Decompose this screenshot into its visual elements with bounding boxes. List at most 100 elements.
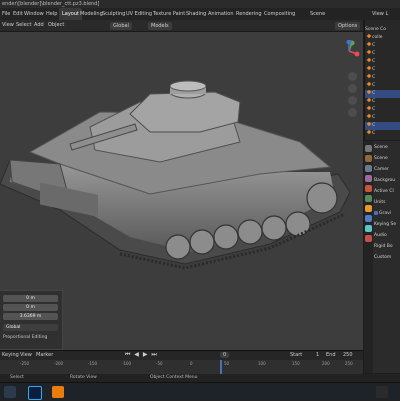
- object-icon: [366, 130, 372, 135]
- proportional-editing-toggle[interactable]: Proportional Editing: [3, 335, 47, 340]
- audio-section[interactable]: Audio: [374, 231, 400, 240]
- tab-texture-paint[interactable]: Texture Paint: [153, 8, 185, 20]
- outliner-label: C: [372, 67, 376, 72]
- outliner-label: Scene Co: [365, 27, 387, 32]
- rigid-body-section[interactable]: Rigid Bo: [374, 242, 400, 251]
- background-field[interactable]: Backgrou: [374, 176, 400, 185]
- scene-selector[interactable]: Scene: [310, 8, 325, 20]
- outliner-row[interactable]: colle: [365, 34, 400, 42]
- material-tab-icon[interactable]: [365, 235, 372, 242]
- physics-tab-icon[interactable]: [365, 225, 372, 232]
- outliner-row[interactable]: C: [365, 66, 400, 74]
- outliner-row[interactable]: C: [365, 58, 400, 66]
- custom-properties-section[interactable]: Custom: [374, 253, 400, 262]
- axis-gizmo-icon: [346, 39, 360, 57]
- tab-compositing[interactable]: Compositing: [264, 8, 295, 20]
- menu-edit[interactable]: Edit: [13, 8, 23, 20]
- outliner-row[interactable]: C: [365, 74, 400, 82]
- menu-file[interactable]: File: [2, 8, 10, 20]
- outliner-row[interactable]: C: [365, 82, 400, 90]
- scene-section-header[interactable]: Scene: [374, 154, 400, 163]
- tab-animation[interactable]: Animation: [208, 8, 234, 20]
- playhead[interactable]: [220, 360, 222, 374]
- scene-tab-icon[interactable]: [365, 185, 372, 192]
- render-tab-icon[interactable]: [365, 155, 372, 162]
- gravity-toggle[interactable]: Gravi: [374, 209, 400, 218]
- outliner-row[interactable]: C: [365, 114, 400, 122]
- orientation-dropdown[interactable]: Global: [3, 324, 58, 331]
- timeline-area[interactable]: -250 -200 -150 -100 -50 0 50 100 150 200…: [0, 360, 363, 374]
- object-icon: [366, 74, 372, 79]
- zoom-icon[interactable]: [348, 72, 357, 81]
- outliner-panel: Scene Co colle C C C C C C C C C C C C: [364, 20, 400, 140]
- outliner-row-selected[interactable]: C: [365, 90, 400, 98]
- camera-view-icon[interactable]: [348, 96, 357, 105]
- start-field[interactable]: 1: [316, 352, 319, 358]
- outliner-label: C: [372, 51, 376, 56]
- keying-sets-section[interactable]: Keying Se: [374, 220, 400, 229]
- timeline-tick: 100: [258, 361, 266, 366]
- tool-tab-icon[interactable]: [365, 145, 372, 152]
- checkbox-icon[interactable]: [374, 210, 378, 215]
- outliner-label: C: [372, 75, 376, 80]
- playback-controls[interactable]: ⏮ ◀ ▶ ⏭: [125, 351, 158, 359]
- keying-menu[interactable]: Keying: [2, 352, 19, 358]
- start-menu-icon[interactable]: [4, 386, 16, 398]
- status-bar: Select Rotate View Object Context Menu: [0, 374, 400, 382]
- viewport-header: View Select Add Object Global Models Opt…: [0, 20, 363, 32]
- view-menu-timeline[interactable]: View: [20, 352, 32, 358]
- view-menu[interactable]: View: [2, 20, 14, 31]
- options-dropdown[interactable]: Options: [335, 21, 361, 30]
- outliner-row[interactable]: C: [365, 42, 400, 50]
- pan-hand-icon[interactable]: [348, 84, 357, 93]
- navigation-gizmo[interactable]: [338, 39, 360, 62]
- snap-dropdown[interactable]: Models: [148, 21, 172, 30]
- outliner-label: C: [372, 123, 376, 128]
- tray-icon[interactable]: [376, 386, 388, 398]
- tab-shading[interactable]: Shading: [186, 8, 206, 20]
- units-section[interactable]: Units: [374, 198, 400, 207]
- move-y-field[interactable]: 0 m: [3, 304, 58, 311]
- scene-name-field[interactable]: Scene: [374, 143, 400, 152]
- outliner-row[interactable]: C: [365, 106, 400, 114]
- outliner-row[interactable]: C: [365, 130, 400, 138]
- menu-window[interactable]: Window: [24, 8, 44, 20]
- object-icon: [366, 106, 372, 111]
- object-tab-icon[interactable]: [365, 205, 372, 212]
- end-label: End: [326, 352, 336, 358]
- active-clip-field[interactable]: Active Cl: [374, 187, 400, 196]
- transform-orientation-dropdown[interactable]: Global: [110, 21, 132, 30]
- outliner-label: C: [372, 115, 376, 120]
- outliner-label: C: [372, 43, 376, 48]
- object-menu[interactable]: Object: [48, 20, 64, 31]
- window-title: ender\[blender]\blender_ctt.pz3.blend]: [2, 1, 100, 7]
- view-layer-selector[interactable]: View L: [372, 8, 388, 20]
- outliner-row-selected[interactable]: C: [365, 122, 400, 130]
- marker-menu[interactable]: Marker: [36, 352, 53, 358]
- add-menu[interactable]: Add: [34, 20, 44, 31]
- menu-help[interactable]: Help: [46, 8, 57, 20]
- tab-sculpting[interactable]: Sculpting: [102, 8, 125, 20]
- move-z-field[interactable]: 3.6369 m: [3, 313, 58, 320]
- current-frame-field[interactable]: 0: [220, 352, 230, 358]
- tab-modeling[interactable]: Modeling: [80, 8, 103, 20]
- tab-uv-editing[interactable]: UV Editing: [126, 8, 152, 20]
- outliner-label: C: [372, 59, 376, 64]
- grid-toggle-icon[interactable]: [348, 108, 357, 117]
- outliner-row[interactable]: Scene Co: [365, 26, 400, 34]
- outliner-label: C: [372, 91, 376, 96]
- outliner-row[interactable]: C: [365, 98, 400, 106]
- tab-layout[interactable]: Layout: [59, 8, 82, 20]
- outliner-row[interactable]: C: [365, 50, 400, 58]
- end-field[interactable]: 250: [343, 352, 353, 358]
- photoshop-icon[interactable]: [28, 386, 42, 400]
- tab-rendering[interactable]: Rendering: [236, 8, 262, 20]
- blender-icon[interactable]: [52, 386, 64, 398]
- view-layer-tab-icon[interactable]: [365, 175, 372, 182]
- modifier-tab-icon[interactable]: [365, 215, 372, 222]
- output-tab-icon[interactable]: [365, 165, 372, 172]
- camera-field[interactable]: Camer: [374, 165, 400, 174]
- move-x-field[interactable]: 0 m: [3, 295, 58, 302]
- world-tab-icon[interactable]: [365, 195, 372, 202]
- select-menu[interactable]: Select: [16, 20, 31, 31]
